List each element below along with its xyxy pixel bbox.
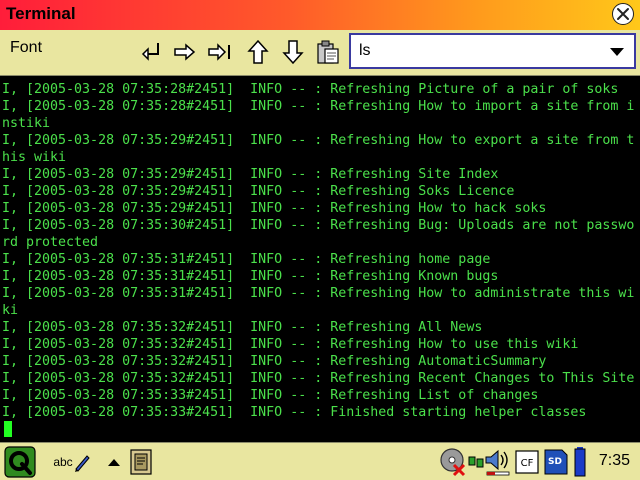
terminal-line: I, [2005-03-28 07:35:29#2451] INFO -- : … bbox=[2, 201, 547, 216]
sd-card-icon: SD bbox=[544, 449, 568, 475]
volume-control[interactable] bbox=[484, 447, 512, 477]
terminal-line: I, [2005-03-28 07:35:29#2451] INFO -- : … bbox=[2, 167, 499, 182]
title-bar: Terminal bbox=[0, 0, 640, 30]
pencil-icon bbox=[74, 455, 90, 472]
paste-button[interactable] bbox=[315, 39, 341, 65]
arrow-down-icon bbox=[282, 40, 304, 65]
terminal-line: I, [2005-03-28 07:35:29#2451] INFO -- : … bbox=[2, 184, 515, 199]
input-method-label: abc bbox=[53, 455, 73, 469]
terminal-output[interactable]: I, [2005-03-28 07:35:28#2451] INFO -- : … bbox=[0, 76, 640, 442]
terminal-line: I, [2005-03-28 07:35:32#2451] INFO -- : … bbox=[2, 337, 579, 352]
running-app-terminal[interactable] bbox=[126, 447, 156, 477]
terminal-line: I, [2005-03-28 07:35:32#2451] INFO -- : … bbox=[2, 320, 483, 335]
terminal-line: I, [2005-03-28 07:35:32#2451] INFO -- : … bbox=[2, 371, 635, 386]
terminal-line: I, [2005-03-28 07:35:28#2451] INFO -- : … bbox=[2, 99, 635, 114]
terminal-line: I, [2005-03-28 07:35:30#2451] INFO -- : … bbox=[2, 218, 635, 233]
arrow-down-button[interactable] bbox=[280, 39, 306, 65]
disc-icon bbox=[440, 448, 466, 477]
qtopia-logo-icon bbox=[4, 446, 36, 478]
terminal-line: I, [2005-03-28 07:35:32#2451] INFO -- : … bbox=[2, 354, 547, 369]
speaker-icon bbox=[485, 449, 510, 476]
book-icon bbox=[130, 449, 152, 475]
end-tab-button[interactable] bbox=[207, 39, 233, 65]
terminal-line: his wiki bbox=[2, 150, 67, 165]
terminal-line: I, [2005-03-28 07:35:29#2451] INFO -- : … bbox=[2, 133, 635, 148]
terminal-lines: I, [2005-03-28 07:35:28#2451] INFO -- : … bbox=[2, 81, 634, 421]
close-icon bbox=[617, 8, 629, 20]
command-select-value: ls bbox=[359, 42, 371, 59]
battery-icon bbox=[574, 447, 586, 477]
paste-icon bbox=[317, 40, 339, 64]
terminal-line: I, [2005-03-28 07:35:31#2451] INFO -- : … bbox=[2, 269, 499, 284]
terminal-line: I, [2005-03-28 07:35:31#2451] INFO -- : … bbox=[2, 286, 635, 301]
cf-card-icon: CF bbox=[515, 450, 539, 474]
tab-icon bbox=[174, 43, 196, 61]
arrow-up-icon bbox=[247, 39, 269, 64]
terminal-line: rd protected bbox=[2, 235, 99, 250]
cf-card-status[interactable]: CF bbox=[514, 447, 540, 477]
taskbar: abc CF SD 7:35 bbox=[0, 442, 640, 480]
triangle-up-icon bbox=[108, 459, 120, 466]
battery-status[interactable] bbox=[573, 447, 587, 477]
network-icon bbox=[468, 456, 484, 468]
return-icon bbox=[141, 43, 159, 61]
chevron-down-icon[interactable] bbox=[610, 48, 624, 56]
network-status[interactable] bbox=[468, 447, 484, 477]
terminal-line: I, [2005-03-28 07:35:33#2451] INFO -- : … bbox=[2, 405, 587, 420]
window-title: Terminal bbox=[6, 4, 76, 23]
arrow-up-button[interactable] bbox=[245, 39, 271, 65]
media-player-button[interactable] bbox=[438, 447, 468, 477]
terminal-line: ki bbox=[2, 303, 19, 318]
sd-card-status[interactable]: SD bbox=[543, 447, 569, 477]
keyboard-toggle-button[interactable] bbox=[106, 447, 122, 477]
command-select[interactable]: ls bbox=[349, 33, 636, 69]
input-method-button[interactable]: abc bbox=[50, 447, 94, 477]
return-button[interactable] bbox=[138, 39, 164, 65]
start-menu-button[interactable] bbox=[2, 446, 38, 478]
terminal-line: I, [2005-03-28 07:35:31#2451] INFO -- : … bbox=[2, 252, 491, 267]
terminal-line: nstiki bbox=[2, 116, 51, 131]
clock[interactable]: 7:35 bbox=[599, 452, 630, 470]
toolbar: Font ls bbox=[0, 30, 640, 76]
close-button[interactable] bbox=[612, 3, 634, 25]
end-tab-icon bbox=[208, 43, 230, 61]
terminal-cursor bbox=[4, 421, 12, 437]
terminal-line: I, [2005-03-28 07:35:33#2451] INFO -- : … bbox=[2, 388, 539, 403]
tab-button[interactable] bbox=[172, 39, 198, 65]
cf-card-label: CF bbox=[521, 458, 534, 469]
sd-card-label: SD bbox=[548, 457, 562, 467]
font-menu[interactable]: Font bbox=[10, 39, 42, 57]
terminal-line: I, [2005-03-28 07:35:28#2451] INFO -- : … bbox=[2, 82, 619, 97]
